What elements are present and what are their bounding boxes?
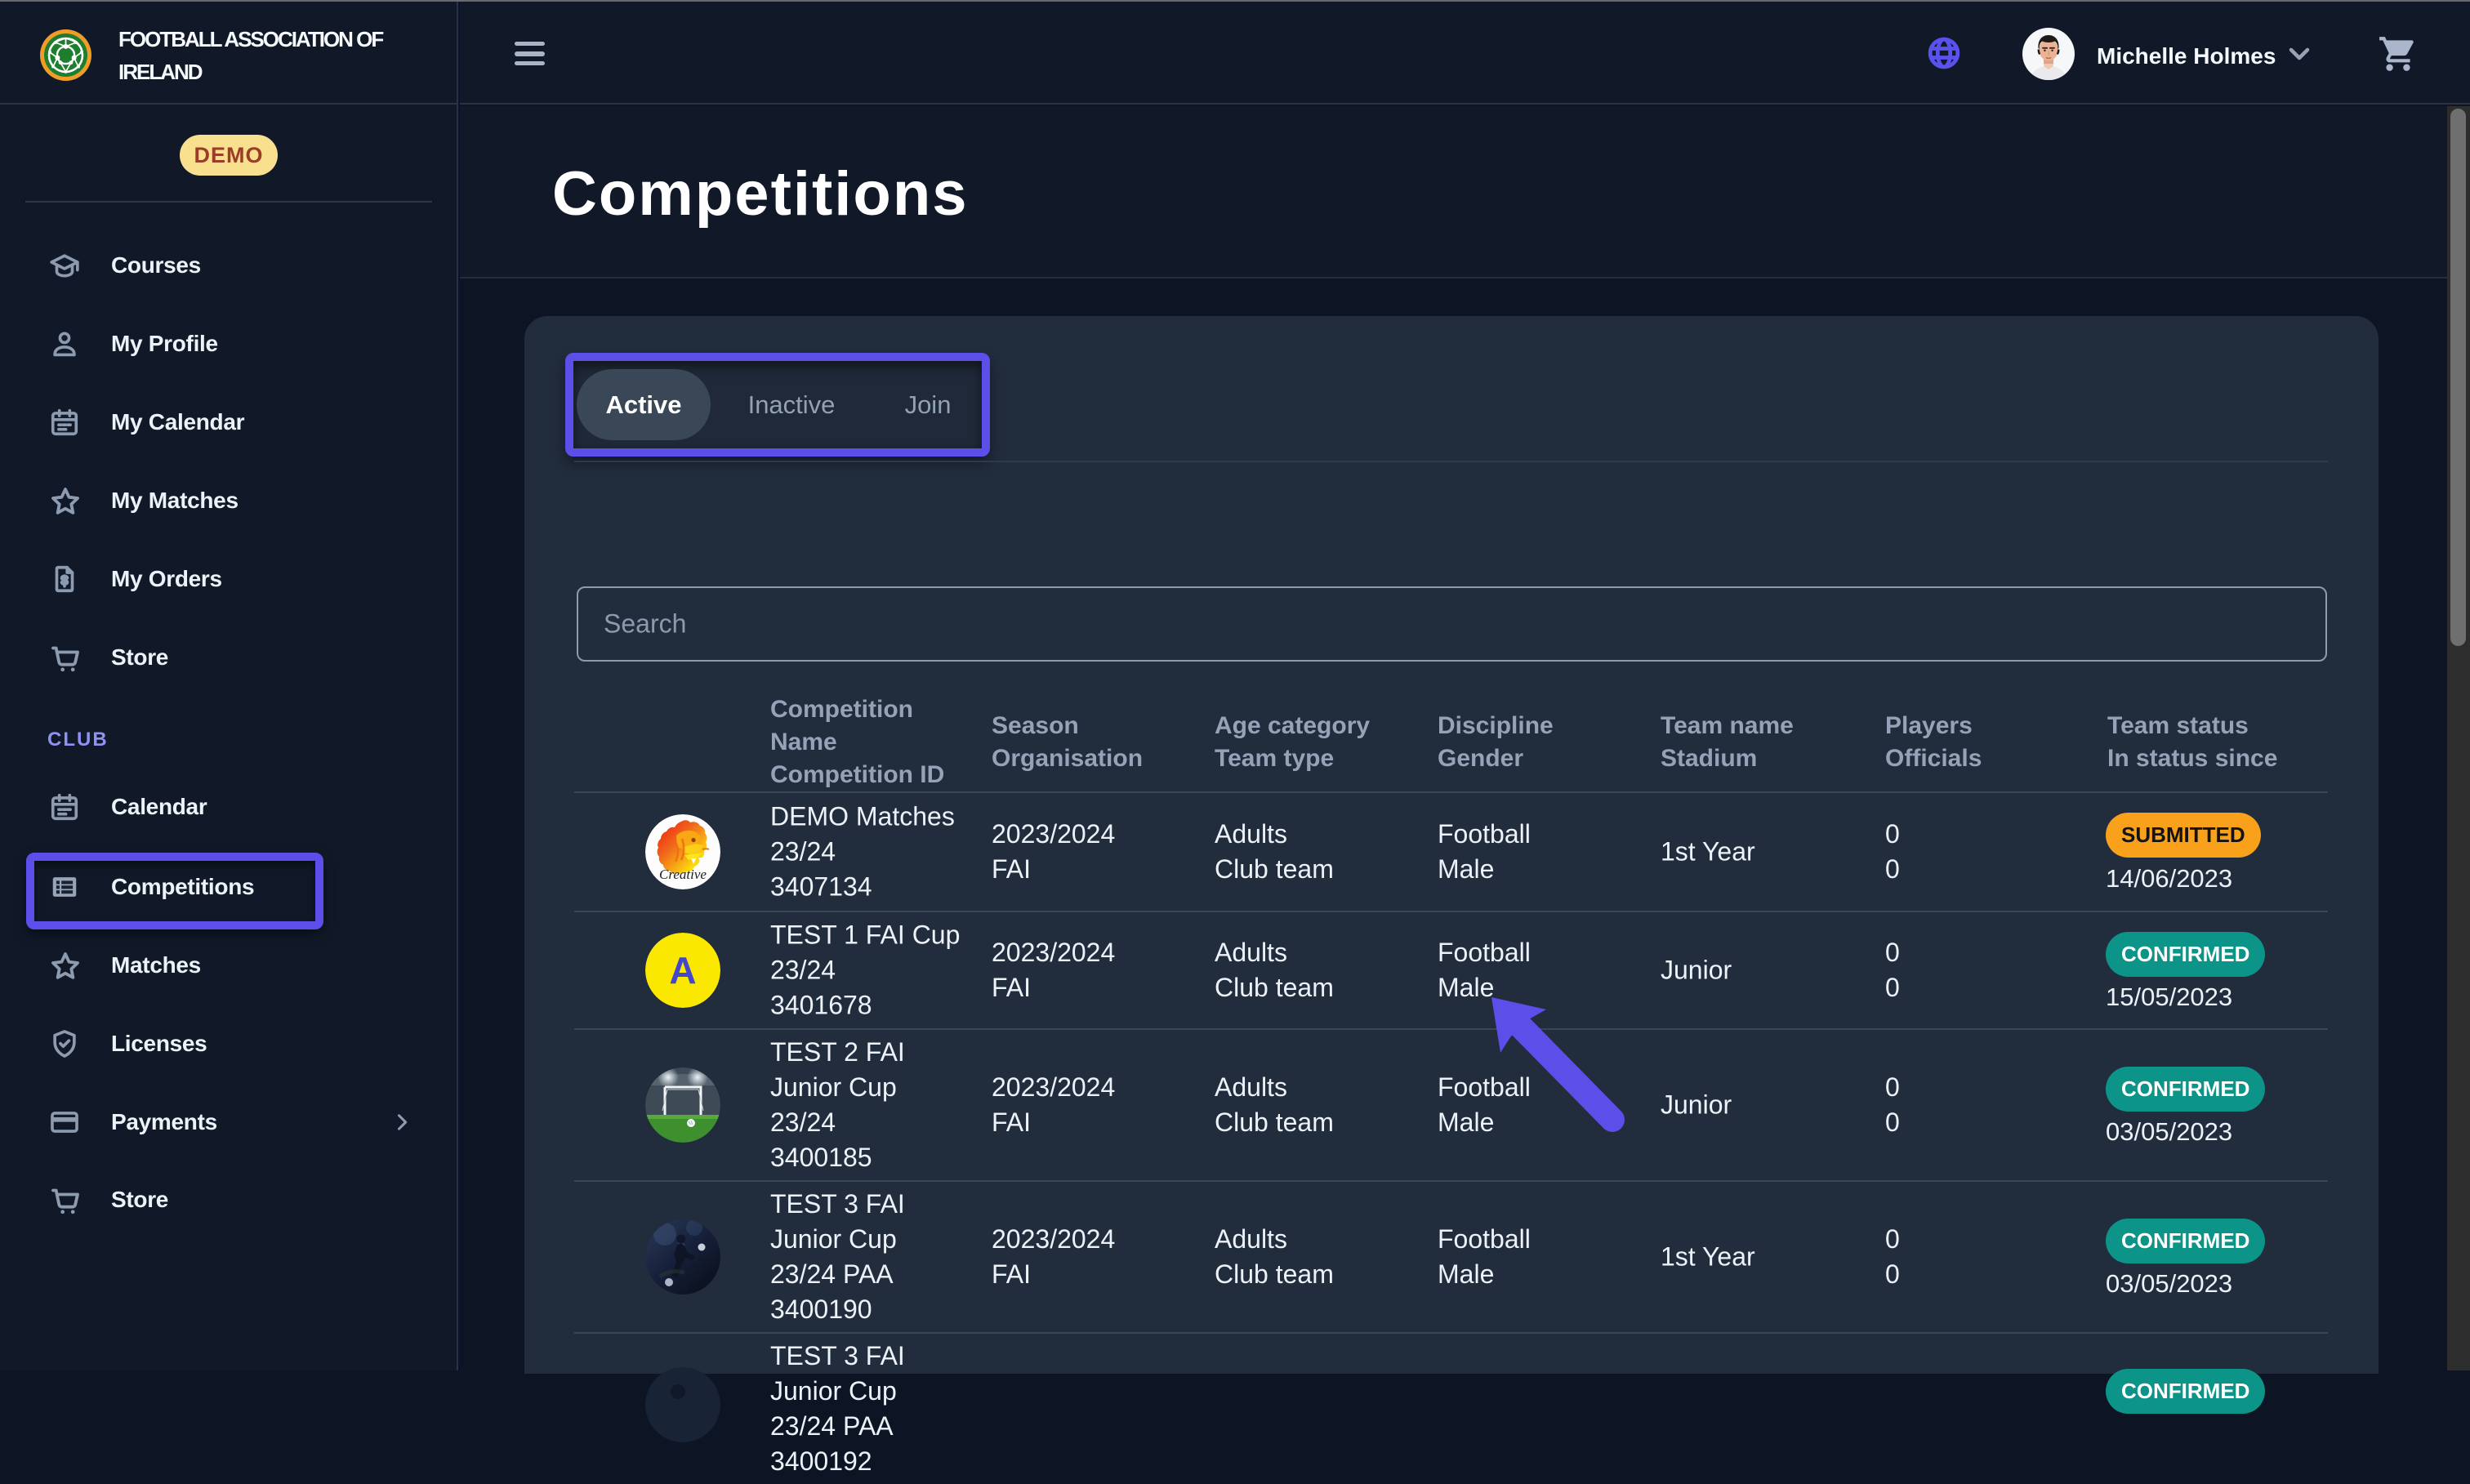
svg-text:Creative: Creative <box>659 867 707 882</box>
svg-text:A: A <box>669 949 696 992</box>
